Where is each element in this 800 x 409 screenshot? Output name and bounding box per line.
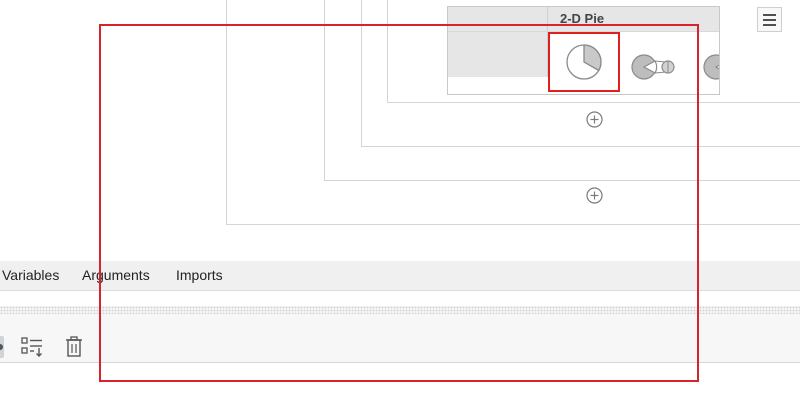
toolbar-item-partial-icon[interactable]	[0, 336, 6, 358]
pie-chart-icon	[566, 44, 602, 80]
menu-icon[interactable]	[757, 7, 782, 32]
gallery-category-panel	[448, 7, 548, 77]
workflow-designer-canvas: 2-D Pie Variables Arguments Imports	[0, 0, 800, 409]
tab-arguments[interactable]: Arguments	[82, 261, 150, 290]
gallery-section-title: 2-D Pie	[548, 7, 719, 31]
chart-option-pie[interactable]	[548, 32, 620, 92]
sort-list-icon[interactable]	[20, 335, 44, 359]
chart-option-bar-of-pie[interactable]	[692, 33, 719, 93]
panel-splitter[interactable]	[0, 306, 800, 314]
bar-of-pie-icon	[703, 54, 719, 80]
add-activity-icon[interactable]	[586, 187, 603, 204]
chart-type-gallery: 2-D Pie	[447, 6, 720, 95]
bottom-tab-bar: Variables Arguments Imports	[0, 261, 800, 291]
tab-imports[interactable]: Imports	[176, 261, 223, 290]
tab-variables[interactable]: Variables	[2, 261, 59, 290]
chart-option-pie-of-pie[interactable]	[622, 33, 690, 93]
add-activity-icon[interactable]	[586, 111, 603, 128]
panel-toolbar	[0, 314, 800, 363]
delete-icon[interactable]	[62, 335, 86, 359]
pie-of-pie-icon	[631, 54, 675, 80]
